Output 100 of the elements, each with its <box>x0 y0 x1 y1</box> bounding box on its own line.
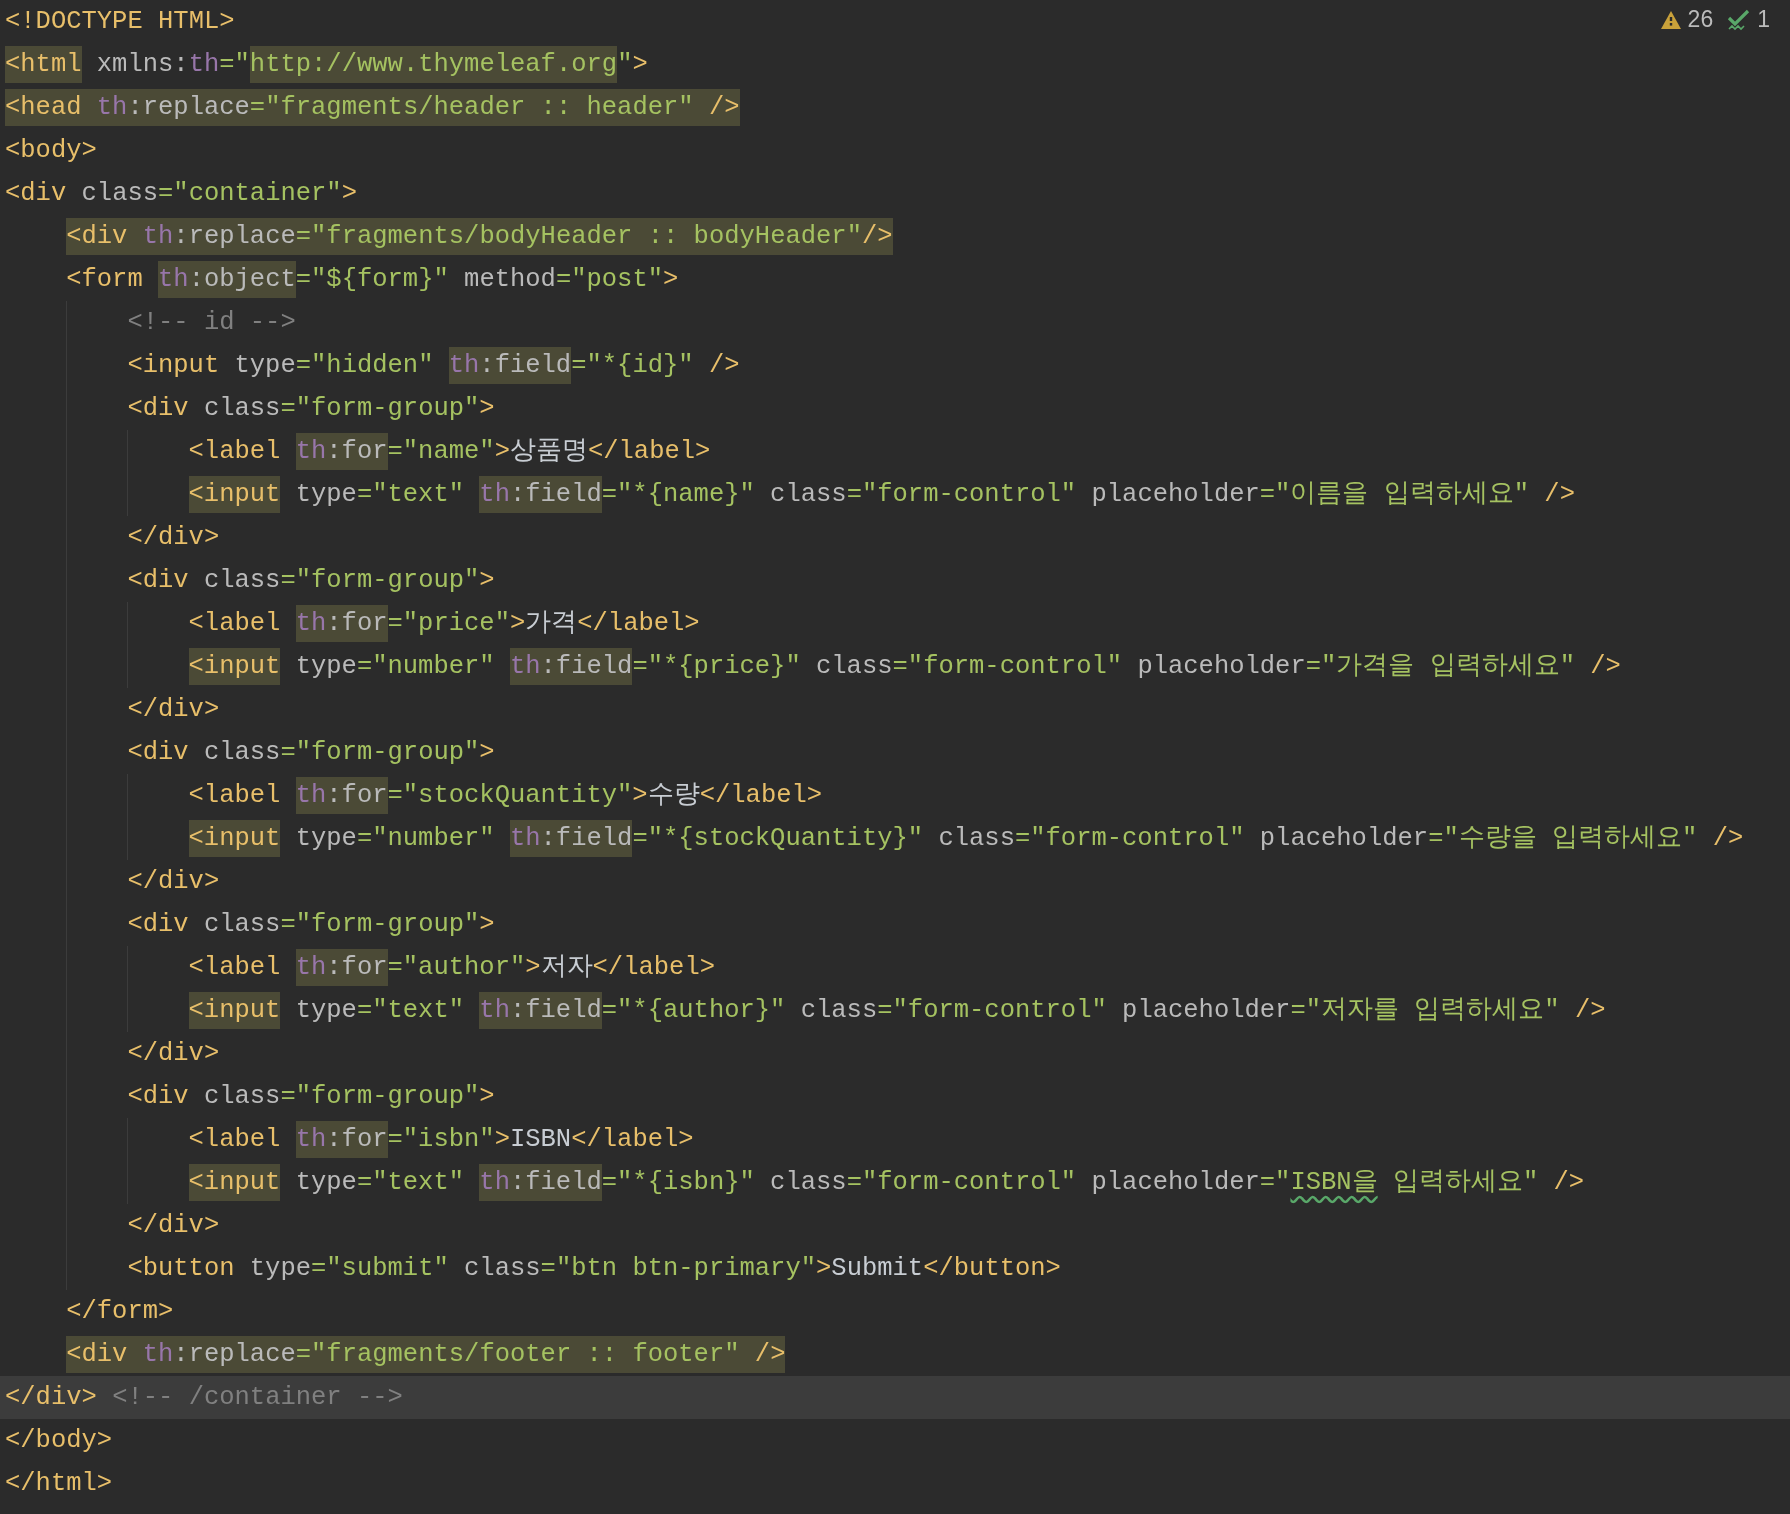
attribute-token: placeholder <box>1258 823 1429 855</box>
value-token: ="form-control" <box>846 479 1077 511</box>
namespace-token: th <box>295 1121 327 1158</box>
tag-token: > <box>632 49 648 81</box>
tag-token: > <box>632 780 648 812</box>
attribute-token: :for <box>326 777 388 814</box>
value-token: ="btn btn-primary" <box>540 1253 817 1285</box>
tag-token: /> <box>861 218 893 255</box>
tag-token: > <box>479 393 495 425</box>
tag-token: > <box>525 952 541 984</box>
value-token: ="*{id}" <box>571 350 694 382</box>
value-token: ="form-group" <box>280 565 480 597</box>
tag-token: > <box>509 608 526 640</box>
tag-token: /> <box>693 89 740 126</box>
tag-token: > <box>494 436 510 468</box>
tag-token: </label> <box>592 952 715 984</box>
value-token: ="post" <box>555 264 664 296</box>
attribute-token: :replace <box>173 218 296 255</box>
attribute-token: type <box>294 995 357 1027</box>
value-token: ="container" <box>158 178 342 210</box>
value-token: " <box>617 49 633 81</box>
tag-token: <form <box>66 264 144 296</box>
tag-token: </div> <box>127 694 220 726</box>
tag-token: <input <box>188 992 281 1029</box>
tag-token: > <box>663 264 679 296</box>
value-token: ="isbn" <box>387 1124 495 1156</box>
value-token: ="form-group" <box>280 737 480 769</box>
misspelled-token: ISBN을 <box>1290 1167 1378 1199</box>
tag-token: <body> <box>5 135 97 167</box>
attribute-token: class <box>202 393 281 425</box>
namespace-token: th <box>479 992 510 1029</box>
attribute-token: class <box>80 178 159 210</box>
tag-token: <div <box>127 737 189 769</box>
value-token: ="text" <box>356 479 466 511</box>
tag-token: <input <box>188 476 281 513</box>
value-token: ="form-control" <box>846 1167 1077 1199</box>
attribute-token: placeholder <box>1090 479 1260 511</box>
warning-count: 26 <box>1687 6 1714 33</box>
attribute-token: class <box>769 479 847 511</box>
tag-token: </label> <box>699 780 823 812</box>
value-token: ="fragments/footer :: footer" <box>295 1336 740 1373</box>
value-token: ="hidden" <box>295 350 435 382</box>
value-token: =" <box>1259 1167 1291 1199</box>
value-token: ="form-group" <box>280 1081 480 1113</box>
comment-token: <!-- id --> <box>127 307 296 339</box>
value-token: =" <box>219 49 250 81</box>
tag-token: > <box>494 1124 510 1156</box>
value-token: ="*{name}" <box>601 479 755 511</box>
attribute-token: :object <box>188 261 296 298</box>
value-token: ="저자를 입력하세요" <box>1290 995 1560 1027</box>
namespace-token: th <box>158 261 189 298</box>
tag-token: /> <box>1573 995 1606 1027</box>
value-token: ="number" <box>356 823 496 855</box>
attribute-token: class <box>463 1253 541 1285</box>
value-token: ="stockQuantity" <box>387 780 633 812</box>
attribute-token: type <box>294 823 357 855</box>
tag-token: <label <box>188 952 282 984</box>
tag-token: <div <box>127 565 189 597</box>
check-icon[interactable] <box>1727 8 1752 31</box>
tag-token: <label <box>188 436 282 468</box>
attribute-token: class <box>202 737 281 769</box>
value-token: http://www.thymeleaf.org <box>249 46 618 83</box>
tag-token: </body> <box>5 1425 113 1457</box>
attribute-token: :for <box>326 1121 388 1158</box>
attribute-token: type <box>294 479 357 511</box>
attribute-token: :field <box>540 648 633 685</box>
value-token: ="form-control" <box>877 995 1107 1027</box>
tag-token: <input <box>188 648 281 685</box>
text-token: 상품명 <box>509 436 588 468</box>
tag-token: > <box>479 565 495 597</box>
tag-token: <input <box>127 350 220 382</box>
tag-token: </html> <box>5 1468 113 1500</box>
value-token: ="${form}" <box>295 264 449 296</box>
namespace-token: th <box>295 605 327 642</box>
tag-token: <div <box>66 218 128 255</box>
attribute-token: :for <box>326 605 388 642</box>
namespace-token: th <box>127 1336 174 1373</box>
attribute-token: type <box>233 350 296 382</box>
value-token: ="*{isbn}" <box>601 1167 755 1199</box>
tag-token: <div <box>5 178 67 210</box>
text-token: ISBN <box>509 1124 572 1156</box>
value-token: ="fragments/header :: header" <box>249 89 694 126</box>
tag-token: <head <box>5 89 82 126</box>
value-token: ="text" <box>356 1167 466 1199</box>
tag-token: </div> <box>5 1382 97 1414</box>
namespace-token: th <box>188 49 220 81</box>
attribute-token: placeholder <box>1136 651 1306 683</box>
value-token: ="number" <box>356 651 496 683</box>
text-token: 저자 <box>540 952 593 984</box>
namespace-token: th <box>509 820 541 857</box>
warning-icon[interactable] <box>1659 9 1682 30</box>
value-token: ="form-control" <box>1014 823 1245 855</box>
tag-token: <label <box>188 608 282 640</box>
tag-token: </form> <box>66 1296 174 1328</box>
tag-token: </label> <box>571 1124 694 1156</box>
value-token: ="price" <box>387 608 510 640</box>
tag-token: <div <box>127 393 189 425</box>
namespace-token: th <box>295 949 327 986</box>
value-token: ="*{author}" <box>601 995 786 1027</box>
value-token: ="submit" <box>311 1253 449 1285</box>
